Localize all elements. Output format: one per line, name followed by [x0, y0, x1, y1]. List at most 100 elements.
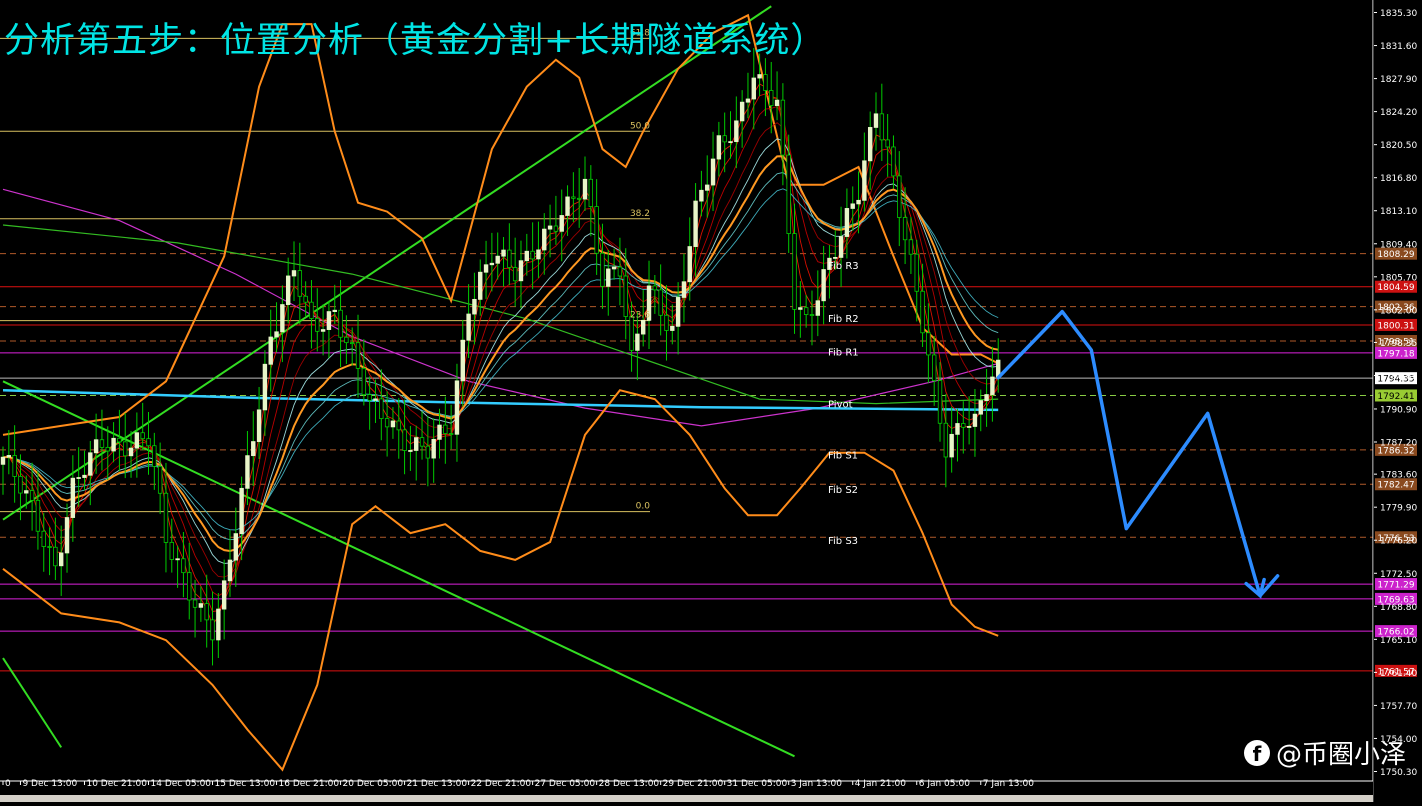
candle-body: [774, 99, 780, 106]
candle-body: [745, 98, 751, 103]
candle-body: [879, 113, 885, 141]
candle-body: [163, 492, 169, 543]
fib-retracement-label: 0.0: [636, 502, 651, 512]
candle-body: [512, 267, 518, 282]
candle-body: [47, 546, 52, 548]
candle-body: [600, 252, 605, 287]
candle: [972, 389, 978, 457]
candle: [192, 579, 198, 638]
candlestick-chart[interactable]: 61.850.038.223.60.0Fib R3Fib R2Fib R1Piv…: [0, 0, 1422, 802]
candle: [408, 425, 413, 471]
candle-body: [489, 262, 495, 266]
candle-body: [966, 426, 972, 428]
candle-body: [414, 437, 419, 451]
candle-body: [64, 517, 70, 554]
candle-body: [76, 477, 81, 479]
candle-body: [571, 196, 576, 199]
candle-body: [763, 74, 768, 91]
candle-body: [809, 314, 815, 316]
candle-body: [611, 266, 617, 270]
candle-body: [204, 603, 209, 621]
candle: [268, 309, 273, 392]
candle-body: [373, 398, 378, 401]
horizontal-scrollbar: [0, 795, 1373, 802]
candle-body: [623, 275, 628, 317]
candle: [815, 270, 820, 337]
fib-retracement-label: 38.2: [630, 209, 650, 219]
candle-body: [902, 217, 908, 241]
candle-body: [41, 530, 46, 547]
candle-body: [955, 423, 960, 435]
candle: [297, 242, 303, 325]
candle-body: [297, 270, 303, 297]
candle-body: [128, 447, 134, 457]
candle-body: [146, 438, 151, 447]
candle: [489, 232, 495, 292]
candle: [606, 249, 611, 316]
candle-body: [850, 203, 855, 209]
candle: [734, 96, 739, 169]
candle-body: [187, 572, 192, 601]
candle-body: [536, 249, 541, 260]
candle: [705, 155, 710, 218]
candle-body: [635, 333, 640, 351]
candle: [495, 232, 500, 280]
candle-body: [6, 455, 12, 458]
candle-body: [402, 429, 407, 451]
price-badge-label: 1792.41: [1377, 392, 1414, 402]
candle-body: [349, 342, 355, 345]
candle-body: [582, 178, 588, 200]
candle: [105, 426, 110, 481]
candle-body: [443, 424, 448, 434]
candle-body: [268, 336, 273, 365]
price-axis-label: 1820.50: [1380, 141, 1417, 151]
candle-body: [59, 552, 64, 567]
candle-body: [472, 298, 477, 315]
candle: [862, 132, 867, 212]
candle: [646, 260, 652, 350]
price-badge-label: 1797.18: [1377, 349, 1414, 359]
fib-retracement-label: 23.6: [630, 311, 650, 321]
candle: [414, 425, 419, 481]
candle: [769, 61, 774, 134]
candle: [821, 245, 826, 325]
time-axis-label: 20 Dec 05:00: [343, 779, 404, 789]
candle: [542, 213, 547, 275]
candle: [588, 165, 594, 237]
candle-body: [949, 433, 954, 458]
candle-body: [710, 158, 716, 186]
candle-body: [437, 424, 442, 440]
candle-body: [256, 409, 262, 442]
candle-body: [82, 474, 87, 478]
candle-body: [821, 269, 826, 302]
candle-body: [658, 289, 663, 316]
time-axis-label: 31 Dec 05:00: [727, 779, 788, 789]
candle-body: [565, 196, 570, 216]
price-badge-label: 1808.29: [1377, 250, 1414, 260]
candle-body: [687, 246, 692, 283]
candle-body: [35, 499, 41, 532]
candle-body: [897, 175, 902, 218]
candle-body: [367, 394, 372, 401]
candle-body: [320, 329, 326, 332]
price-axis-label: 1783.60: [1380, 471, 1417, 481]
candle-body: [18, 476, 23, 494]
candle-body: [862, 160, 867, 201]
candle: [280, 285, 285, 363]
candle: [571, 172, 576, 223]
candle-body: [245, 455, 250, 489]
candle-body: [88, 452, 93, 476]
candle-body: [885, 139, 890, 148]
candle: [216, 593, 221, 658]
candle-body: [547, 225, 553, 230]
candle: [885, 113, 890, 177]
candle-body: [588, 178, 594, 207]
candle-body: [495, 255, 500, 264]
candle-body: [355, 342, 361, 369]
candle-body: [786, 154, 791, 234]
candle-body: [594, 206, 599, 254]
time-axis-label: 7 Jan 13:00: [983, 779, 1035, 789]
candle: [111, 422, 116, 463]
candle-body: [192, 599, 198, 608]
candle: [582, 156, 588, 212]
